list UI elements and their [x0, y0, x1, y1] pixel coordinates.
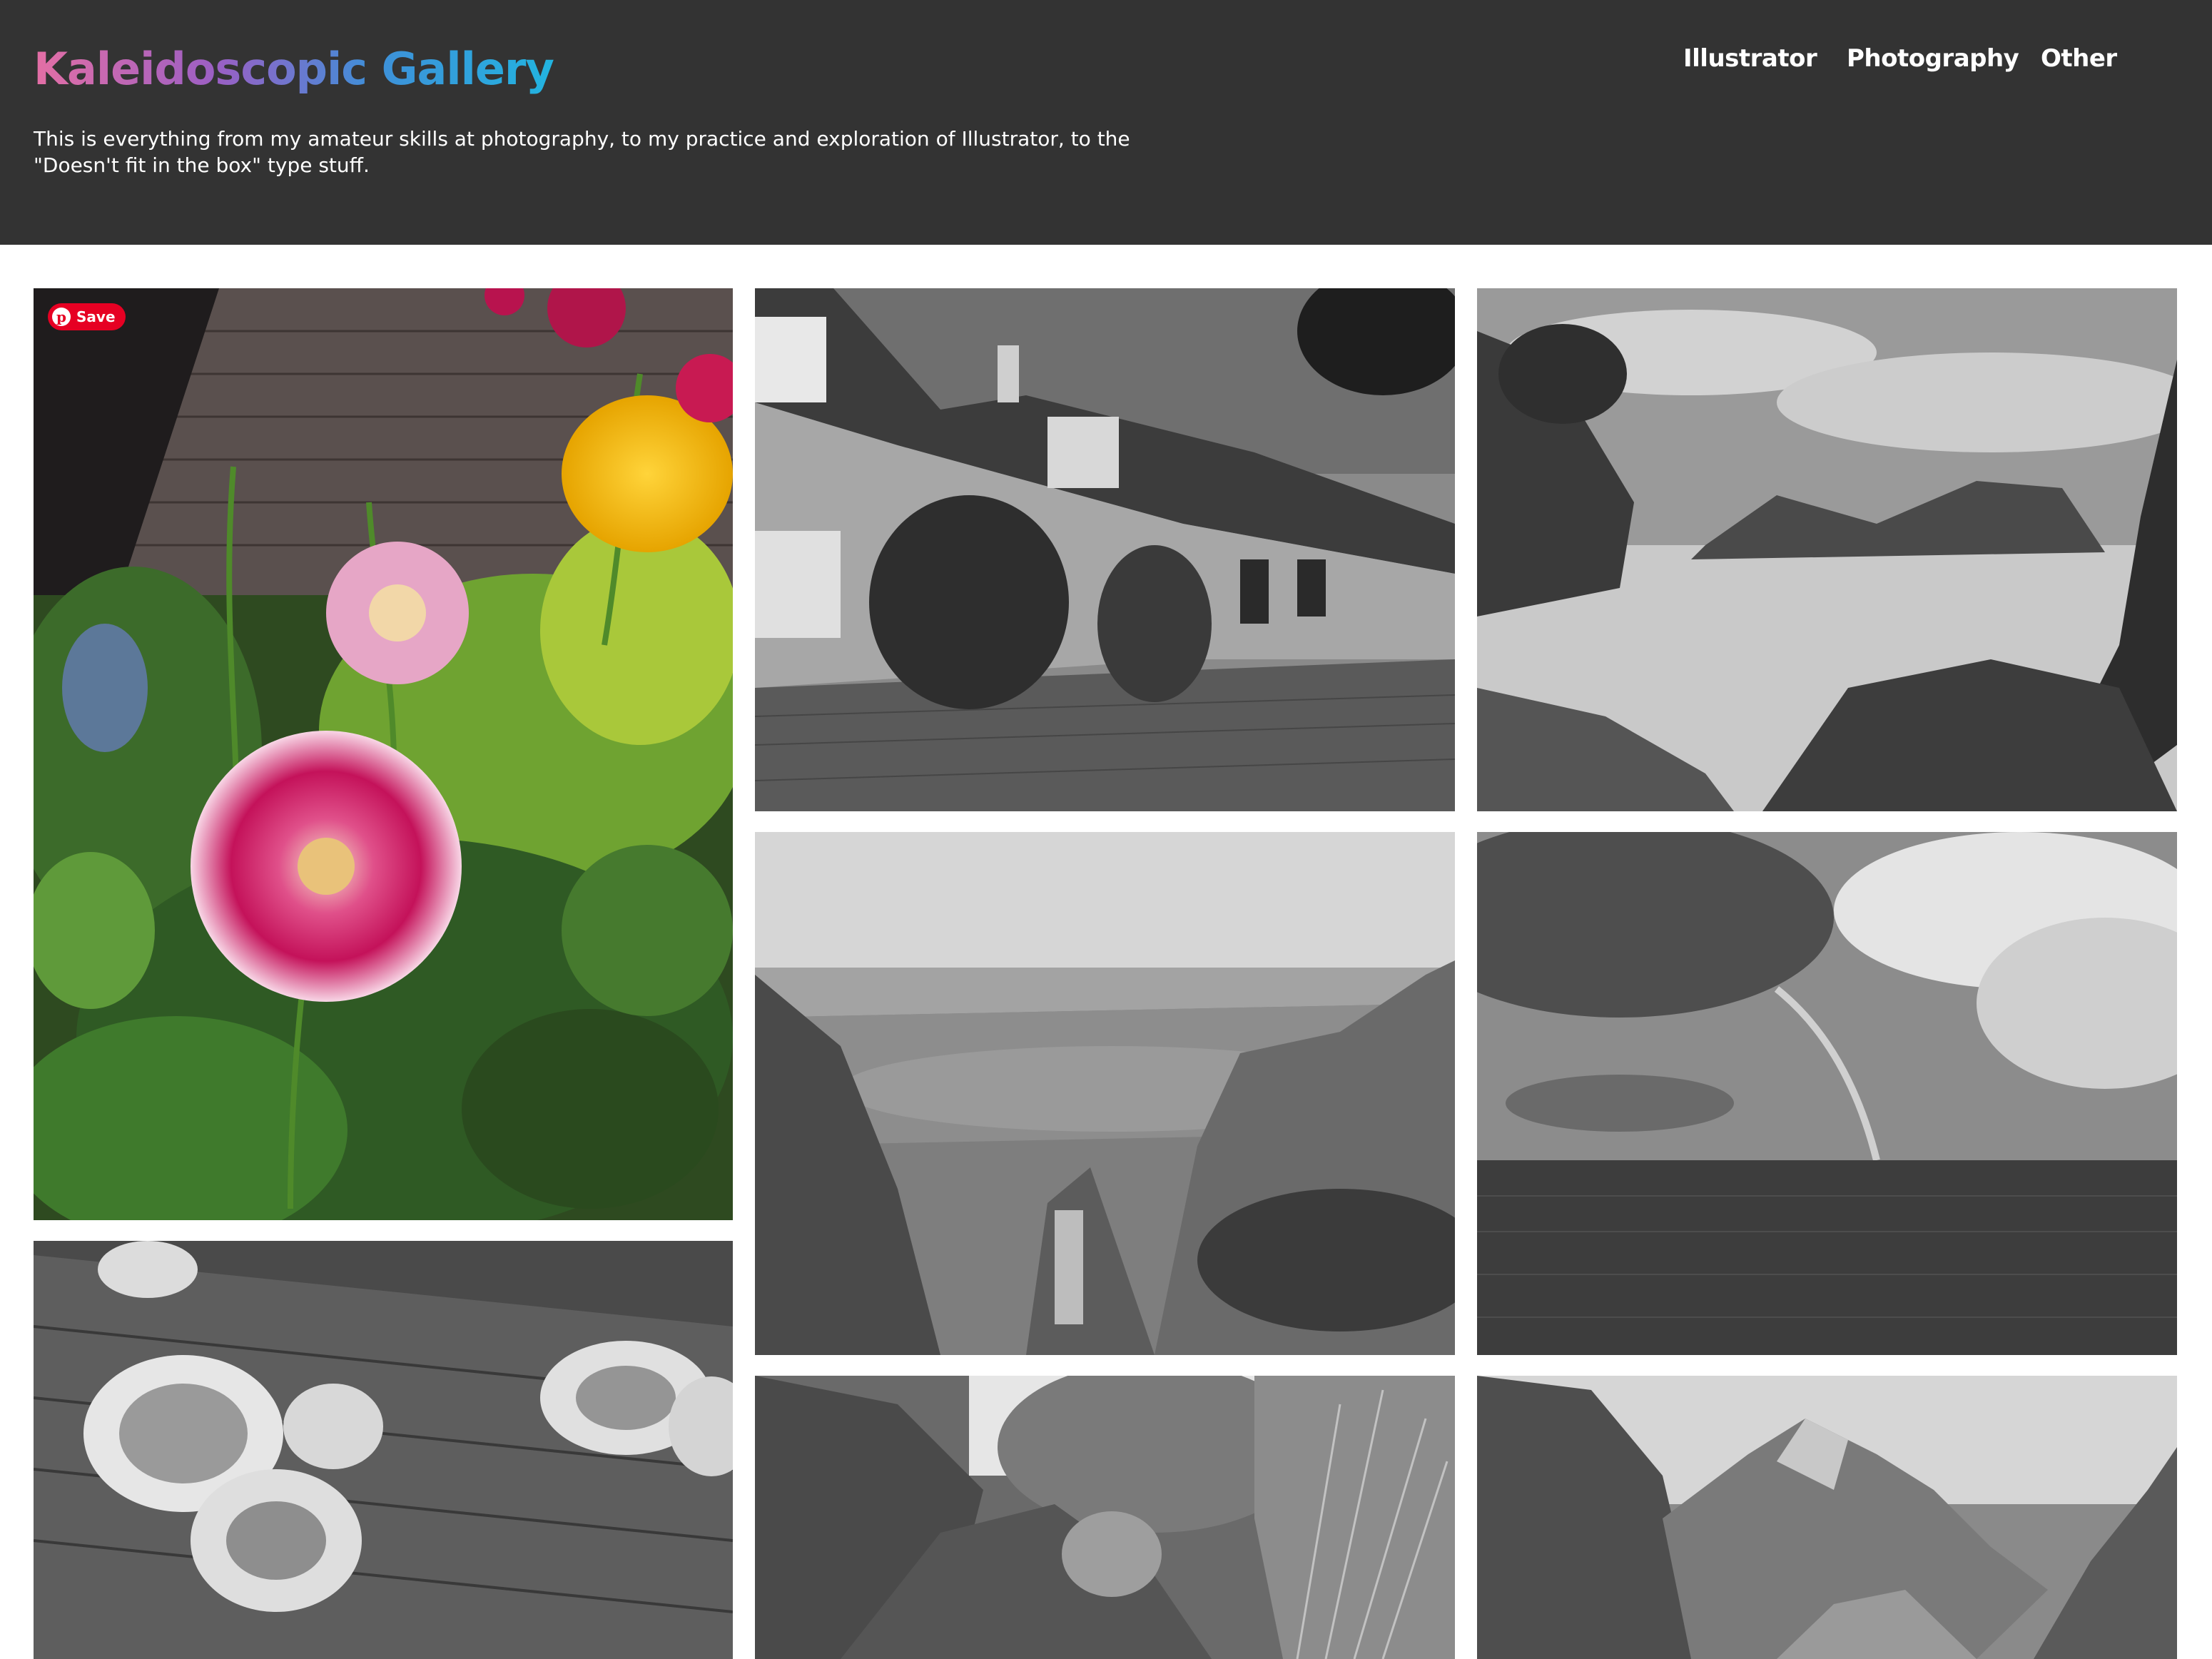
canyon-image [755, 832, 1455, 1355]
photo-ocean-rainbow[interactable] [1477, 832, 2177, 1355]
site-tagline: This is everything from my amateur skill… [34, 127, 1130, 177]
save-label: Save [76, 308, 116, 325]
photo-cottage-street[interactable] [755, 288, 1455, 811]
photo-fungus-log[interactable] [34, 1241, 733, 1659]
fungus-image [34, 1241, 733, 1659]
forest-image [755, 1376, 1455, 1659]
photo-mountain-valley[interactable] [1477, 1376, 2177, 1659]
dahlia-image [34, 288, 733, 1220]
photo-dahlia-flowers[interactable] [34, 288, 733, 1220]
photo-canyon[interactable] [755, 832, 1455, 1355]
mountain-image [1477, 1376, 2177, 1659]
site-header: Kaleidoscopic Gallery This is everything… [0, 0, 2212, 245]
nav-link-other[interactable]: Other [2041, 39, 2117, 78]
cottage-image [755, 288, 1455, 811]
nav-link-illustrator[interactable]: Illustrator [1683, 39, 1817, 78]
photo-rocky-forest[interactable] [755, 1376, 1455, 1659]
pinterest-save-button[interactable]: p Save [48, 303, 126, 330]
site-title[interactable]: Kaleidoscopic Gallery [34, 37, 554, 101]
photo-rocky-coastline[interactable] [1477, 288, 2177, 811]
ocean-image [1477, 832, 2177, 1355]
coastline-image [1477, 288, 2177, 811]
pinterest-icon: p [52, 308, 71, 326]
nav-link-photography[interactable]: Photography [1847, 39, 2019, 78]
